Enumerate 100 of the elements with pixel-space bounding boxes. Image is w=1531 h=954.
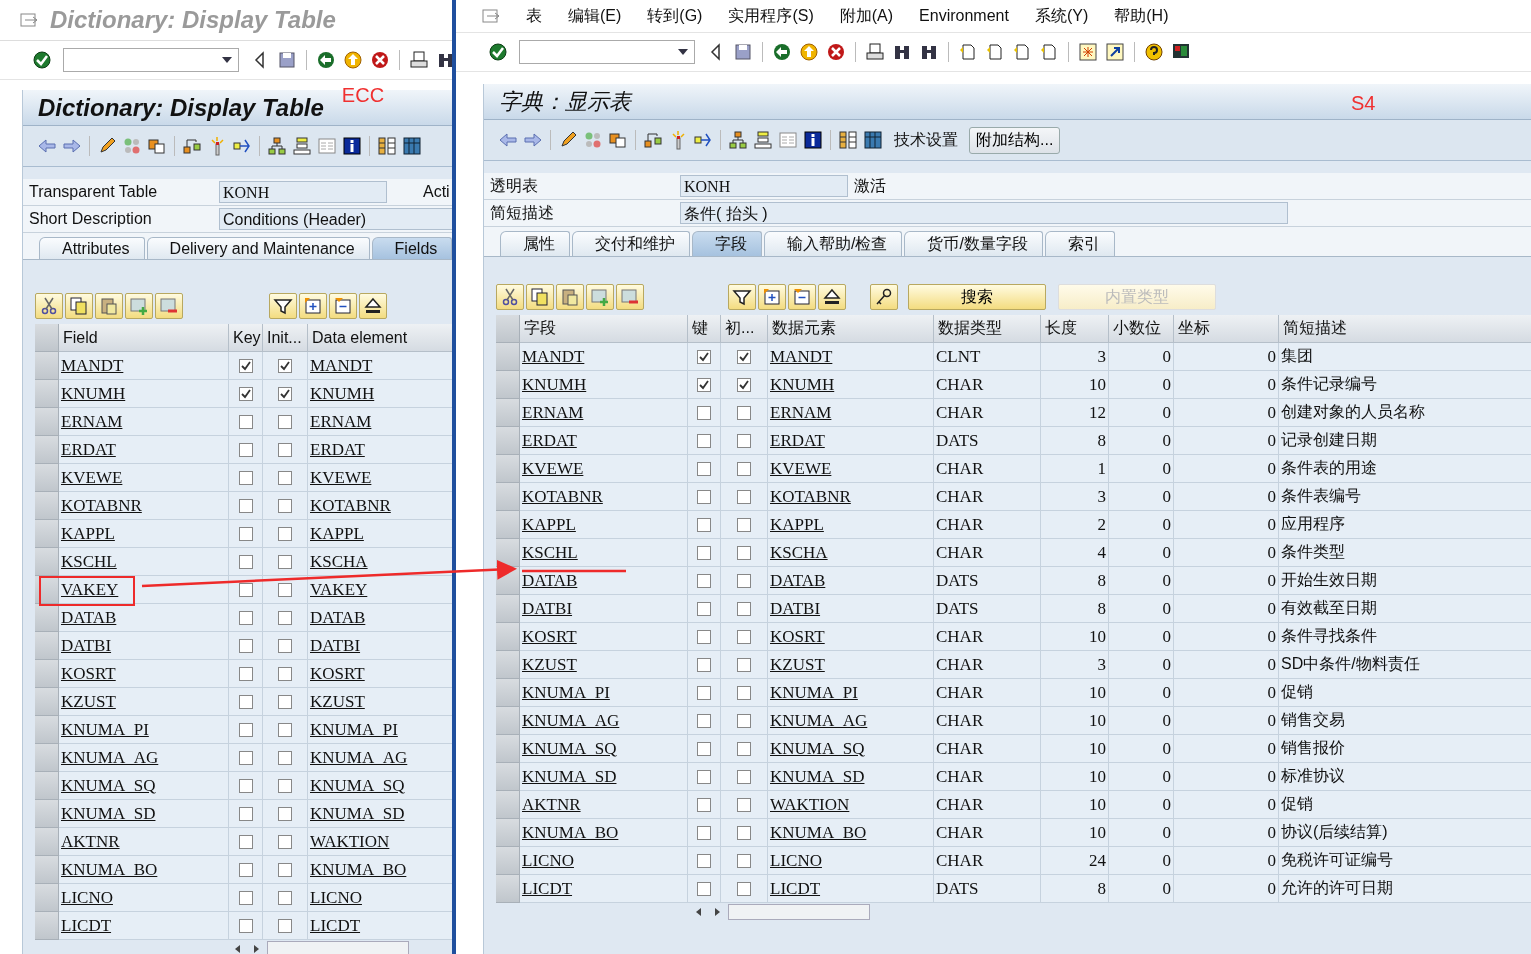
- checkbox[interactable]: [238, 498, 253, 513]
- menu-item[interactable]: 表: [526, 5, 542, 27]
- hierarchy-icon[interactable]: [267, 136, 287, 156]
- back-icon[interactable]: [316, 50, 336, 70]
- checkbox[interactable]: [697, 713, 711, 728]
- arrow-right-icon[interactable]: [523, 130, 543, 150]
- check-icon[interactable]: [32, 50, 52, 70]
- checkbox[interactable]: [737, 377, 751, 392]
- help-icon[interactable]: [1144, 42, 1164, 62]
- checkbox[interactable]: [737, 741, 751, 756]
- column-header[interactable]: 坐标: [1174, 315, 1279, 343]
- checkbox[interactable]: [737, 769, 751, 784]
- arrow-left-icon[interactable]: [498, 130, 518, 150]
- column-header[interactable]: Init...: [263, 324, 308, 352]
- up-icon[interactable]: [799, 42, 819, 62]
- checkbox[interactable]: [737, 825, 751, 840]
- checkbox[interactable]: [278, 442, 292, 457]
- stack-icon[interactable]: [292, 136, 312, 156]
- pencil-icon[interactable]: [97, 136, 117, 156]
- page-icon[interactable]: [1039, 42, 1059, 62]
- scrollbar-thumb[interactable]: [728, 904, 870, 920]
- checkbox[interactable]: [238, 834, 253, 849]
- dropdown-caret-icon[interactable]: [678, 49, 688, 55]
- menu-item[interactable]: 转到(G): [647, 5, 703, 27]
- checkbox[interactable]: [238, 358, 253, 373]
- up-icon[interactable]: [343, 50, 363, 70]
- checkbox[interactable]: [737, 629, 751, 644]
- checkbox[interactable]: [278, 750, 292, 765]
- checkbox[interactable]: [737, 461, 751, 476]
- value-field[interactable]: KONH: [219, 181, 387, 203]
- tab[interactable]: Fields: [371, 237, 452, 259]
- pencil-icon[interactable]: [558, 130, 578, 150]
- column-header[interactable]: 字段: [520, 315, 688, 343]
- checkbox[interactable]: [697, 377, 711, 392]
- column-header[interactable]: 小数位: [1109, 315, 1174, 343]
- dropdown-caret-icon[interactable]: [222, 57, 232, 63]
- value-field[interactable]: Conditions (Header): [219, 208, 452, 230]
- value-field[interactable]: 条件( 抬头 ): [680, 202, 1288, 224]
- printer-icon[interactable]: [409, 50, 429, 70]
- settings-button[interactable]: 技术设置: [888, 129, 964, 151]
- menu-item[interactable]: 编辑(E): [568, 5, 622, 27]
- cancel-icon[interactable]: [370, 50, 390, 70]
- window-menu-icon[interactable]: [20, 12, 38, 28]
- checkbox[interactable]: [737, 685, 751, 700]
- checkbox[interactable]: [737, 433, 751, 448]
- checkbox[interactable]: [278, 722, 292, 737]
- command-field[interactable]: [63, 48, 239, 72]
- checkbox[interactable]: [697, 825, 711, 840]
- column-header[interactable]: Key: [229, 324, 263, 352]
- arrow-window-icon[interactable]: [1105, 42, 1125, 62]
- checkbox[interactable]: [278, 610, 292, 625]
- list-icon[interactable]: [317, 136, 337, 156]
- back-icon[interactable]: [772, 42, 792, 62]
- menu-item[interactable]: Environment: [919, 7, 1009, 25]
- search-button[interactable]: 搜索: [908, 284, 1046, 310]
- floppy-icon[interactable]: [733, 42, 753, 62]
- checkbox[interactable]: [238, 582, 253, 597]
- page-icon[interactable]: [1012, 42, 1032, 62]
- checkbox[interactable]: [278, 694, 292, 709]
- append-structure-button[interactable]: 附加结构...: [969, 126, 1061, 154]
- checkbox[interactable]: [697, 573, 711, 588]
- checkbox[interactable]: [238, 750, 253, 765]
- checkbox[interactable]: [697, 433, 711, 448]
- checkbox[interactable]: [697, 517, 711, 532]
- checkbox[interactable]: [278, 414, 292, 429]
- tab[interactable]: 字段: [692, 231, 762, 256]
- arrow-left-icon[interactable]: [37, 136, 57, 156]
- checkbox[interactable]: [737, 517, 751, 532]
- checkbox[interactable]: [238, 918, 253, 933]
- scrollbar-thumb[interactable]: [267, 941, 409, 954]
- checkbox[interactable]: [238, 666, 253, 681]
- checkbox[interactable]: [697, 797, 711, 812]
- printer-icon[interactable]: [865, 42, 885, 62]
- checkbox[interactable]: [737, 349, 751, 364]
- column-header[interactable]: 数据类型: [934, 315, 1041, 343]
- checkbox[interactable]: [238, 610, 253, 625]
- grid-icon[interactable]: [838, 130, 858, 150]
- checkbox[interactable]: [697, 489, 711, 504]
- tab[interactable]: 索引: [1044, 231, 1115, 256]
- column-header[interactable]: Data element: [308, 324, 452, 352]
- checkbox[interactable]: [278, 358, 292, 373]
- checkbox[interactable]: [697, 685, 711, 700]
- checkbox[interactable]: [737, 797, 751, 812]
- checkbox[interactable]: [737, 545, 751, 560]
- checkbox[interactable]: [737, 573, 751, 588]
- checkbox[interactable]: [238, 442, 253, 457]
- checkbox[interactable]: [737, 657, 751, 672]
- checkbox[interactable]: [238, 890, 253, 905]
- menu-item[interactable]: 系统(Y): [1034, 5, 1089, 27]
- checkbox[interactable]: [697, 853, 711, 868]
- grid-icon[interactable]: [377, 136, 397, 156]
- tab[interactable]: 输入帮助/检查: [764, 231, 903, 256]
- list-icon[interactable]: [778, 130, 798, 150]
- checkbox[interactable]: [697, 629, 711, 644]
- columns-icon[interactable]: [863, 130, 883, 150]
- tab[interactable]: Attributes: [39, 237, 145, 259]
- checkbox[interactable]: [278, 386, 292, 401]
- checkbox[interactable]: [737, 881, 751, 896]
- checkbox[interactable]: [697, 657, 711, 672]
- tab[interactable]: 交付和维护: [572, 231, 690, 256]
